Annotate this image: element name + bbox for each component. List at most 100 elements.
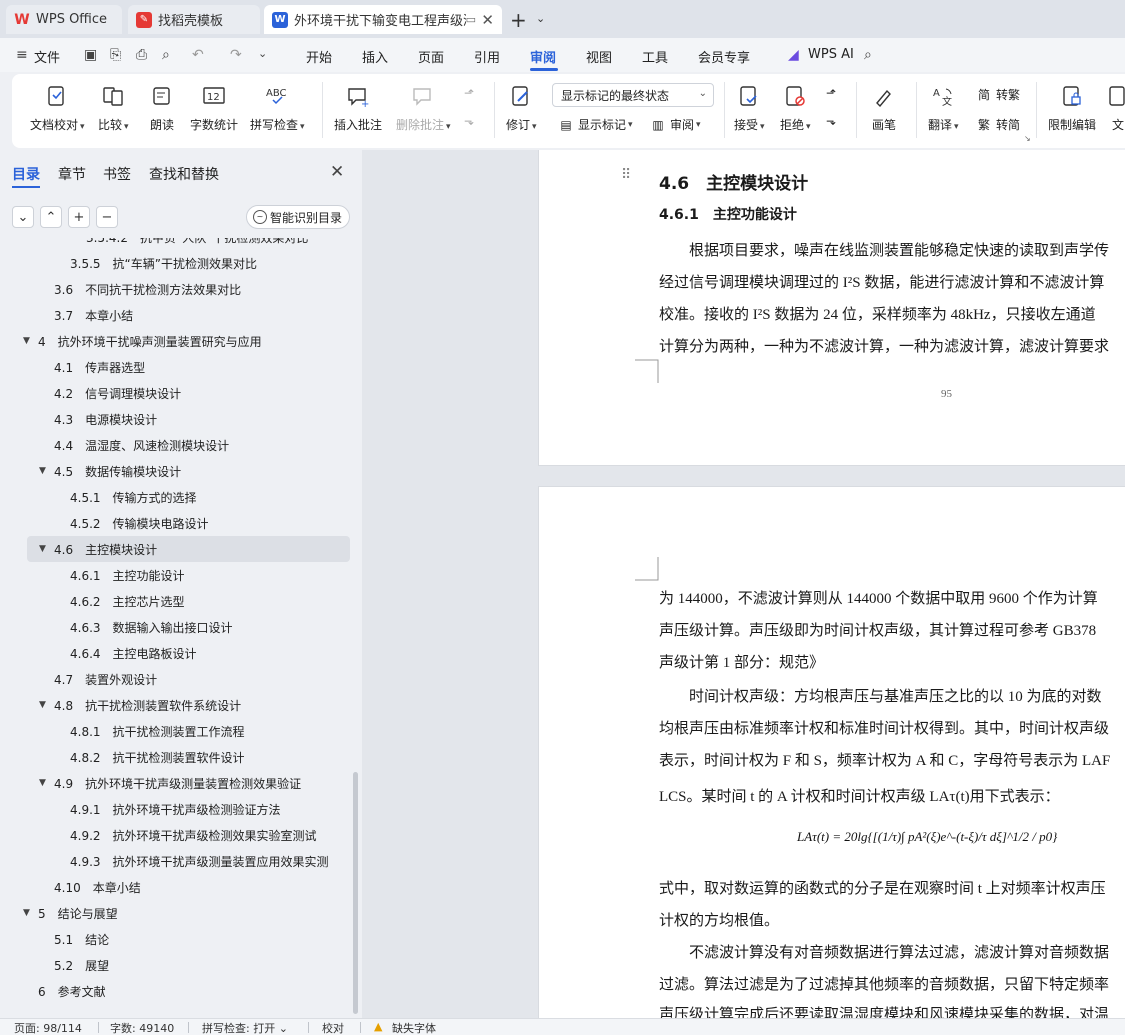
menu-page[interactable]: 页面: [418, 47, 444, 66]
toc-item[interactable]: 3.6 不同抗干扰检测方法效果对比: [0, 276, 352, 302]
smart-toc-button[interactable]: ~ 智能识别目录: [246, 205, 350, 229]
menu-file[interactable]: 文件: [34, 47, 60, 66]
toc-item[interactable]: 4.1 传声器选型: [0, 354, 352, 380]
toc-item[interactable]: 4.4 温湿度、风速检测模块设计: [0, 432, 352, 458]
toc-item[interactable]: 4.9.2 抗外环境干扰声级检测效果实验室测试: [0, 822, 352, 848]
hamburger-icon[interactable]: ≡: [16, 47, 28, 63]
chevron-down-icon[interactable]: ⌄: [536, 12, 545, 25]
undo-icon[interactable]: ↶: [192, 47, 204, 63]
print-preview-icon[interactable]: ⌕: [162, 47, 170, 63]
toc-item[interactable]: ▼ 4.8 抗干扰检测装置软件系统设计: [0, 692, 352, 718]
tab-toc[interactable]: 目录: [12, 164, 40, 184]
markup-mode-select[interactable]: 显示标记的最终状态 ⌄: [552, 83, 714, 107]
toc-item[interactable]: ▼ 4.6 主控模块设计: [27, 536, 350, 562]
chevron-down-icon[interactable]: ⌄: [258, 47, 267, 60]
toc-item[interactable]: ▼ 4 抗外环境干扰噪声测量装置研究与应用: [0, 328, 352, 354]
expand-arrow-icon[interactable]: ▼: [23, 908, 30, 918]
toc-item[interactable]: 4.6.4 主控电路板设计: [0, 640, 352, 666]
menu-member[interactable]: 会员专享: [698, 47, 750, 66]
toc-item[interactable]: 4.5.2 传输模块电路设计: [0, 510, 352, 536]
pen-button[interactable]: 画笔: [872, 84, 896, 133]
dialog-launcher-icon[interactable]: ↘: [1024, 134, 1031, 143]
tab-find-replace[interactable]: 查找和替换: [149, 164, 219, 184]
menu-insert[interactable]: 插入: [362, 47, 388, 66]
track-changes-button[interactable]: 修订 ▾: [506, 84, 537, 133]
print-icon[interactable]: ⎙: [136, 47, 147, 63]
expand-arrow-icon[interactable]: ▼: [23, 336, 30, 346]
remove-heading-icon[interactable]: −: [96, 206, 118, 228]
menu-tools[interactable]: 工具: [642, 47, 668, 66]
add-heading-icon[interactable]: +: [68, 206, 90, 228]
toc-item[interactable]: 4.2 信号调理模块设计: [0, 380, 352, 406]
close-icon[interactable]: ✕: [330, 162, 344, 182]
page-indicator[interactable]: 页面: 98/114: [14, 1020, 82, 1035]
toc-item[interactable]: 4.8.1 抗干扰检测装置工作流程: [0, 718, 352, 744]
toc-item[interactable]: 4.6.2 主控芯片选型: [0, 588, 352, 614]
menu-reference[interactable]: 引用: [474, 47, 500, 66]
doc-check-button[interactable]: 文档校对 ▾: [30, 84, 85, 133]
document-page[interactable]: 为 144000，不滤波计算则从 144000 个数据中取用 9600 个作为计…: [538, 486, 1125, 1018]
close-icon[interactable]: ✕: [481, 11, 494, 29]
previous-change-icon[interactable]: ⬏: [826, 86, 836, 100]
missing-font-status[interactable]: 缺失字体: [392, 1020, 436, 1035]
tab-template[interactable]: ✎ 找稻壳模板: [128, 5, 260, 34]
expand-icon[interactable]: ⌃: [40, 206, 62, 228]
expand-arrow-icon[interactable]: ▼: [39, 700, 46, 710]
toc-item[interactable]: 4.9.1 抗外环境干扰声级检测验证方法: [0, 796, 352, 822]
toc-item[interactable]: 6 参考文献: [0, 978, 352, 1004]
toc-item[interactable]: 3.7 本章小结: [0, 302, 352, 328]
next-change-icon[interactable]: ⬎: [826, 114, 836, 128]
word-count-button[interactable]: 12 字数统计: [190, 84, 238, 133]
spell-check-button[interactable]: ABC 拼写检查 ▾: [250, 84, 305, 133]
toc-item[interactable]: 4.8.2 抗干扰检测装置软件设计: [0, 744, 352, 770]
expand-arrow-icon[interactable]: ▼: [39, 778, 46, 788]
insert-comment-button[interactable]: + 插入批注: [334, 84, 382, 133]
toc-item[interactable]: 4.6.3 数据输入输出接口设计: [0, 614, 352, 640]
compare-button[interactable]: 比较 ▾: [98, 84, 129, 133]
to-traditional-button[interactable]: 简转繁: [976, 86, 1020, 103]
toc-item[interactable]: 4.5.1 传输方式的选择: [0, 484, 352, 510]
spell-check-status[interactable]: 拼写检查: 打开 ⌄: [202, 1020, 288, 1035]
menu-review[interactable]: 审阅: [530, 47, 556, 66]
toc-item[interactable]: 3.5.4.2 抗甲负“人队”干扰检测效果对比: [0, 238, 352, 250]
word-count[interactable]: 字数: 49140: [110, 1020, 174, 1035]
review-pane-button[interactable]: ▥ 审阅 ▾: [650, 116, 700, 133]
export-icon[interactable]: ⎘: [110, 47, 121, 63]
tab-bookmarks[interactable]: 书签: [103, 164, 131, 184]
toc-item[interactable]: 5.2 展望: [0, 952, 352, 978]
toc-item[interactable]: 4.6.1 主控功能设计: [0, 562, 352, 588]
toc-item[interactable]: 4.7 装置外观设计: [0, 666, 352, 692]
redo-icon[interactable]: ↷: [230, 47, 242, 63]
document-more-button[interactable]: 文: [1106, 84, 1125, 133]
previous-comment-icon[interactable]: ⬏: [464, 86, 474, 100]
scrollbar[interactable]: [353, 772, 358, 1014]
save-icon[interactable]: ▣: [84, 47, 97, 63]
proofread-status[interactable]: 校对: [322, 1020, 344, 1035]
document-page[interactable]: ⠿ 4.6 主控模块设计 4.6.1 主控功能设计 根据项目要求，噪声在线监测装…: [538, 150, 1125, 466]
toc-item[interactable]: ▼ 4.9 抗外环境干扰声级测量装置检测效果验证: [0, 770, 352, 796]
tab-wps-office[interactable]: W WPS Office: [6, 5, 122, 34]
toc-item[interactable]: ▼ 4.5 数据传输模块设计: [0, 458, 352, 484]
menu-start[interactable]: 开始: [306, 47, 332, 66]
toc-item[interactable]: 4.3 电源模块设计: [0, 406, 352, 432]
delete-comment-button[interactable]: 删除批注 ▾: [396, 84, 451, 133]
restrict-edit-button[interactable]: 限制编辑: [1048, 84, 1096, 133]
to-simplified-button[interactable]: 繁转简: [976, 116, 1020, 133]
toc-item[interactable]: 4.10 本章小结: [0, 874, 352, 900]
accept-button[interactable]: 接受 ▾: [734, 84, 765, 133]
collapse-icon[interactable]: ⌄: [12, 206, 34, 228]
read-aloud-button[interactable]: 朗读: [150, 84, 174, 133]
new-tab-icon[interactable]: +: [510, 8, 527, 32]
toc-item[interactable]: 5.1 结论: [0, 926, 352, 952]
next-comment-icon[interactable]: ⬎: [464, 114, 474, 128]
tab-chapters[interactable]: 章节: [58, 164, 86, 184]
expand-arrow-icon[interactable]: ▼: [39, 466, 46, 476]
toc-item[interactable]: 4.9.3 抗外环境干扰声级测量装置应用效果实测: [0, 848, 352, 874]
toc-item[interactable]: 3.5.5 抗“车辆”干扰检测效果对比: [0, 250, 352, 276]
search-icon[interactable]: ⌕: [864, 47, 872, 63]
reject-button[interactable]: 拒绝 ▾: [780, 84, 811, 133]
expand-arrow-icon[interactable]: ▼: [39, 544, 46, 554]
translate-button[interactable]: A文 翻译 ▾: [928, 84, 959, 133]
menu-wps-ai[interactable]: WPS AI: [808, 47, 854, 62]
toc-item[interactable]: ▼ 5 结论与展望: [0, 900, 352, 926]
